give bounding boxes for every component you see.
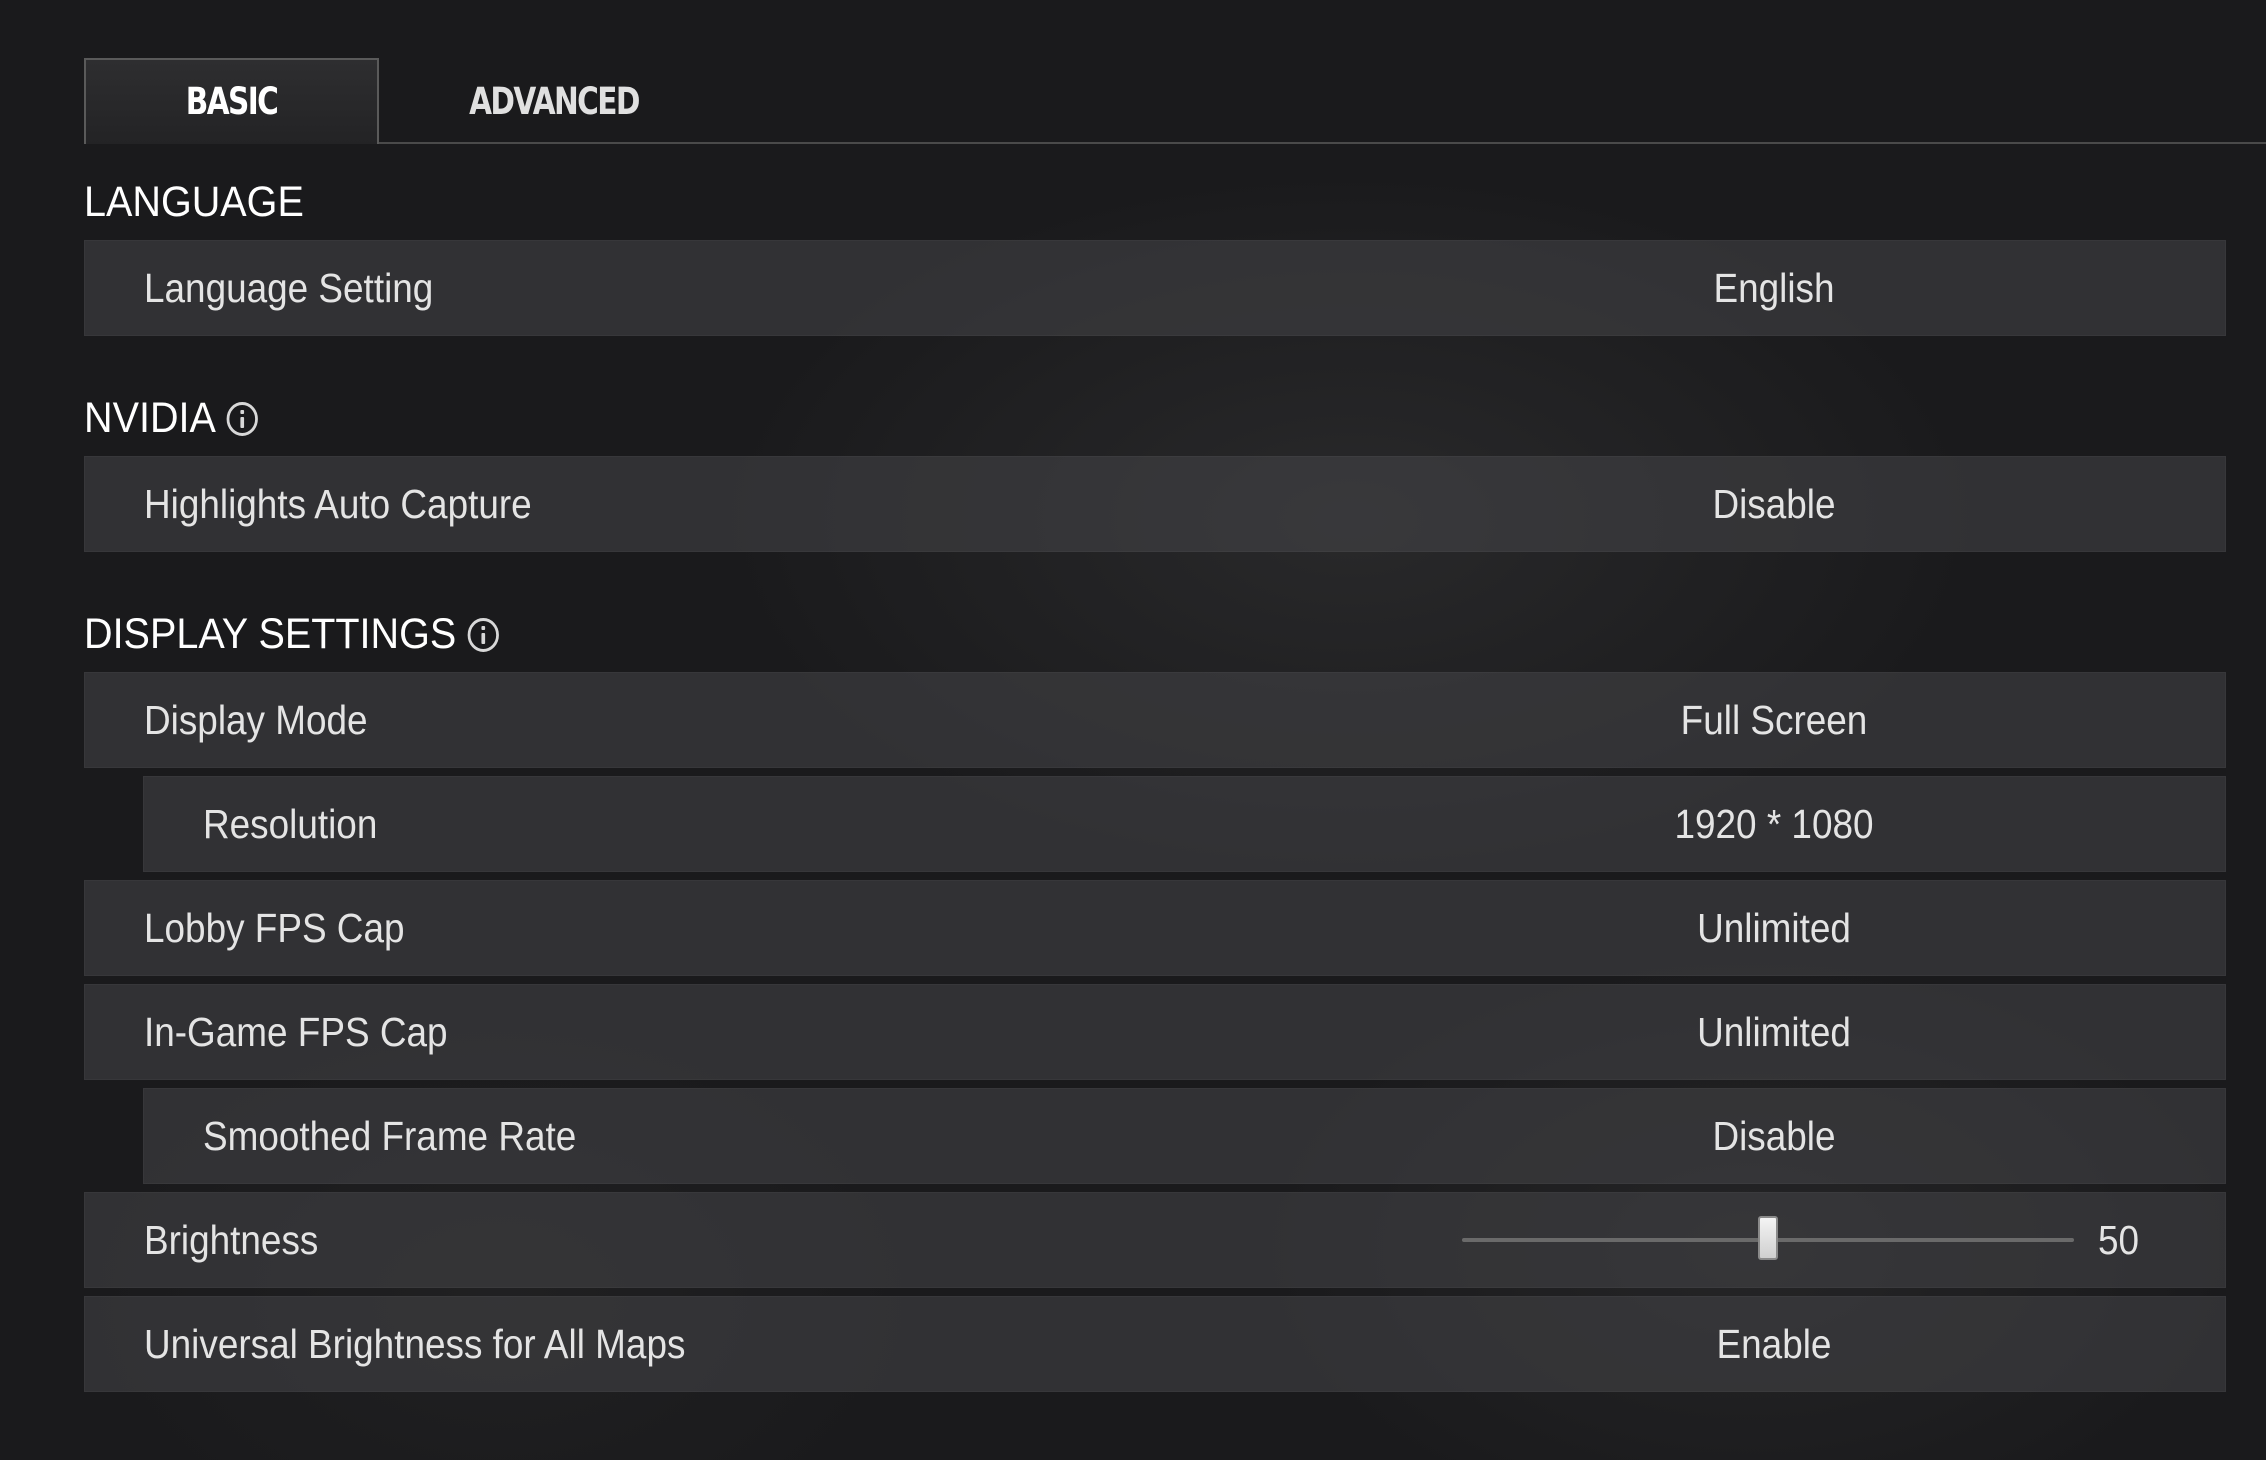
row-label: Universal Brightness for All Maps <box>144 1321 686 1367</box>
slider-thumb[interactable] <box>1758 1216 1778 1260</box>
row-value[interactable]: Enable <box>1594 1296 1954 1392</box>
row-value[interactable]: Unlimited <box>1594 880 1954 976</box>
section-title-nvidia-text: NVIDIA <box>84 394 216 442</box>
section-title-language-text: LANGUAGE <box>84 178 304 226</box>
row-lobby-fps-cap[interactable]: Lobby FPS Cap Unlimited <box>84 880 2226 976</box>
row-label: Lobby FPS Cap <box>144 905 405 951</box>
row-value[interactable]: Disable <box>1594 1088 1954 1184</box>
row-label: Resolution <box>203 801 378 847</box>
row-label: Brightness <box>144 1217 319 1263</box>
row-display-mode[interactable]: Display Mode Full Screen <box>84 672 2226 768</box>
row-universal-brightness[interactable]: Universal Brightness for All Maps Enable <box>84 1296 2226 1392</box>
row-value[interactable]: Full Screen <box>1594 672 1954 768</box>
section-title-language: LANGUAGE <box>84 178 304 227</box>
row-resolution[interactable]: Resolution 1920 * 1080 <box>143 776 2226 872</box>
settings-tab-bar: BASIC ADVANCED <box>84 58 2266 144</box>
row-smoothed-frame-rate[interactable]: Smoothed Frame Rate Disable <box>143 1088 2226 1184</box>
row-brightness: Brightness 50 <box>84 1192 2226 1288</box>
row-label: In-Game FPS Cap <box>144 1009 448 1055</box>
row-label: Language Setting <box>144 265 434 311</box>
row-value[interactable]: Disable <box>1594 456 1954 552</box>
brightness-slider[interactable] <box>1462 1216 2074 1260</box>
row-value[interactable]: 1920 * 1080 <box>1594 776 1954 872</box>
row-label: Highlights Auto Capture <box>144 481 532 527</box>
info-icon[interactable] <box>467 617 499 652</box>
tab-advanced[interactable]: ADVANCED <box>450 58 658 144</box>
brightness-value: 50 <box>2098 1217 2140 1263</box>
row-label: Display Mode <box>144 697 368 743</box>
row-value[interactable]: Unlimited <box>1594 984 1954 1080</box>
section-title-display-text: DISPLAY SETTINGS <box>84 610 457 658</box>
row-in-game-fps-cap[interactable]: In-Game FPS Cap Unlimited <box>84 984 2226 1080</box>
tab-basic[interactable]: BASIC <box>114 58 350 144</box>
row-label: Smoothed Frame Rate <box>203 1113 577 1159</box>
info-icon[interactable] <box>226 401 259 436</box>
tab-divider-line <box>379 142 2266 144</box>
row-language-setting[interactable]: Language Setting English <box>84 240 2226 336</box>
section-title-display-settings: DISPLAY SETTINGS <box>84 610 499 659</box>
row-value[interactable]: English <box>1594 240 1954 336</box>
row-highlights-auto-capture[interactable]: Highlights Auto Capture Disable <box>84 456 2226 552</box>
section-title-nvidia: NVIDIA <box>84 394 259 443</box>
